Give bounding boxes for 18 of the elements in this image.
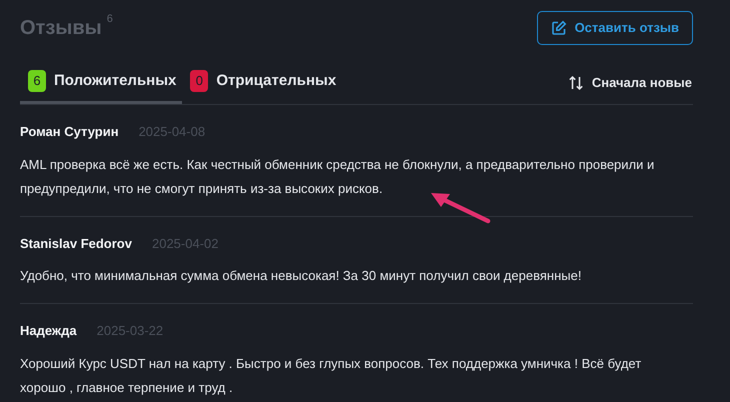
review-text: AML проверка всё же есть. Как честный обменник средства не блокнули, а предварительно проверили и предупредили, что не смогут принять из-за высоких рисков.	[20, 156, 656, 198]
sort-icon[interactable]	[568, 74, 584, 90]
review-author: Надежда	[20, 322, 77, 340]
leave-review-button[interactable]: Оставить отзыв	[536, 11, 693, 45]
sort-option[interactable]: Сначала новые	[592, 72, 692, 92]
count-badge: 6	[28, 70, 46, 92]
tab-label: Положительных	[54, 70, 176, 91]
review-text: Удобно, что минимальная сумма обмена невысокая! За 30 минут получил свои деревянные!	[20, 267, 582, 285]
review-text: Хороший Курс USDT нал на карту . Быстро и без глупых вопросов. Тех поддержка умничка ! Всё будет хорошо , главное терпение и труд .	[20, 354, 642, 397]
section-title: Отзывы	[20, 16, 102, 41]
tab-label: Отрицательных	[216, 70, 336, 91]
review-count: 6	[106, 12, 113, 27]
filter-tab[interactable]: 0 Отрицательных	[182, 61, 342, 104]
filter-tab[interactable]: 6 Положительных	[20, 61, 182, 104]
edit-icon	[550, 20, 567, 36]
review-author: Stanislav Fedorov	[20, 234, 132, 252]
count-badge: 0	[190, 70, 208, 92]
review-author: Роман Сутурин	[20, 123, 119, 141]
